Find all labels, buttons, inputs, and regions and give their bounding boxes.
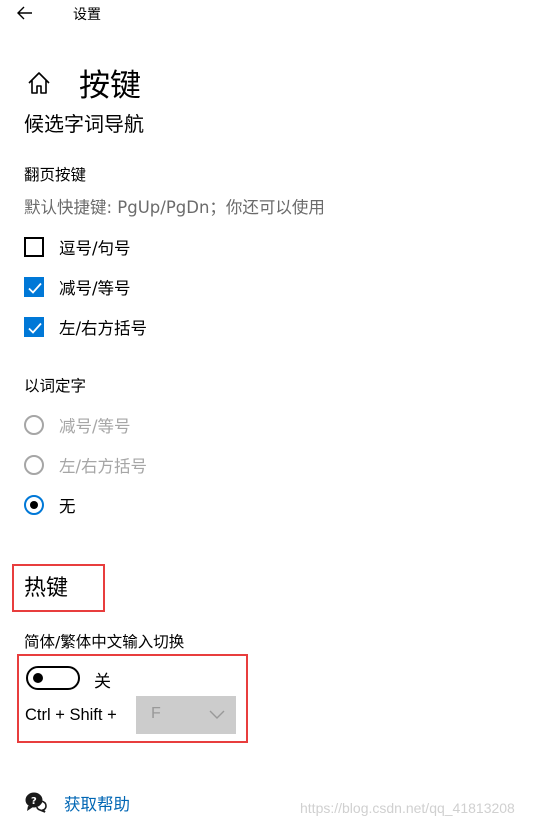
radio-label: 减号/等号 xyxy=(59,417,131,436)
radio-none[interactable]: 无 xyxy=(24,492,76,518)
get-help-link[interactable]: 获取帮助 xyxy=(64,791,130,815)
paging-keys-label: 翻页按键 xyxy=(24,166,87,184)
dropdown-value: F xyxy=(151,705,161,722)
radio-circle xyxy=(24,455,44,475)
simp-trad-toggle[interactable] xyxy=(26,666,80,690)
section-title-hotkeys: 热键 xyxy=(24,576,69,601)
chevron-down-icon xyxy=(209,710,225,719)
checkbox-label: 减号/等号 xyxy=(59,279,131,298)
back-arrow-icon[interactable] xyxy=(14,2,36,24)
checkmark-icon xyxy=(28,282,42,294)
section-title-candidate-nav: 候选字词导航 xyxy=(24,112,144,136)
window-title: 设置 xyxy=(73,7,101,23)
hotkey-modifier-label: Ctrl + Shift + xyxy=(25,706,117,724)
watermark: https://blog.csdn.net/qq_41813208 xyxy=(300,800,515,816)
checkbox-comma-period[interactable]: 逗号/句号 xyxy=(24,234,131,260)
radio-brackets: 左/右方括号 xyxy=(24,452,147,478)
svg-text:?: ? xyxy=(31,796,37,807)
radio-label: 无 xyxy=(59,497,76,516)
radio-minus-equal: 减号/等号 xyxy=(24,412,131,438)
help-chat-icon[interactable]: ? xyxy=(24,791,48,813)
word-select-label: 以词定字 xyxy=(24,377,87,395)
checkbox-box[interactable] xyxy=(24,277,44,297)
home-icon[interactable] xyxy=(26,71,52,95)
page-title: 按键 xyxy=(79,68,141,104)
checkbox-label: 逗号/句号 xyxy=(59,239,131,258)
toggle-knob xyxy=(33,673,43,683)
checkbox-box[interactable] xyxy=(24,317,44,337)
checkbox-box[interactable] xyxy=(24,237,44,257)
checkmark-icon xyxy=(28,322,42,334)
radio-label: 左/右方括号 xyxy=(59,457,148,476)
paging-keys-hint: 默认快捷键: PgUp/PgDn；你还可以使用 xyxy=(24,198,325,217)
radio-circle xyxy=(24,415,44,435)
simp-trad-switch-label: 简体/繁体中文输入切换 xyxy=(24,633,185,651)
checkbox-brackets[interactable]: 左/右方括号 xyxy=(24,314,147,340)
radio-circle[interactable] xyxy=(24,495,44,515)
checkbox-minus-equal[interactable]: 减号/等号 xyxy=(24,274,131,300)
toggle-state-label: 关 xyxy=(94,672,111,692)
checkbox-label: 左/右方括号 xyxy=(59,319,148,338)
hotkey-key-dropdown[interactable]: F xyxy=(136,696,236,734)
